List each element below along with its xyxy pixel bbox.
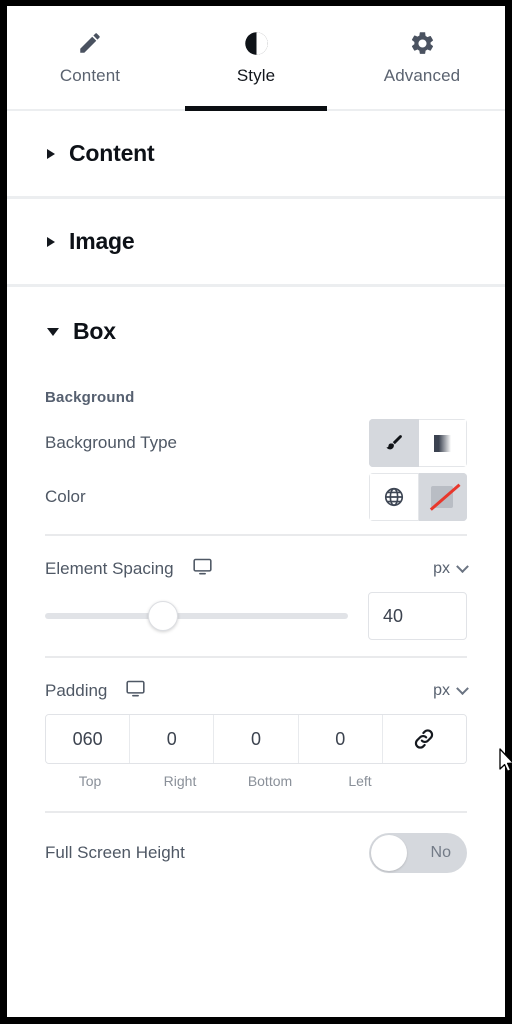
full-screen-height-state: No <box>430 844 451 861</box>
element-spacing-control: 40 <box>45 592 467 646</box>
background-color-label: Color <box>45 487 86 506</box>
padding-right-label: Right <box>163 773 197 789</box>
section-image[interactable]: Image <box>7 199 505 287</box>
full-screen-height-row: Full Screen Height No <box>45 817 467 889</box>
element-spacing-unit-label: px <box>433 560 450 577</box>
section-content[interactable]: Content <box>7 111 505 199</box>
tab-content-label: Content <box>59 66 121 85</box>
full-screen-height-toggle[interactable]: No <box>369 833 467 873</box>
padding-labels-spacer <box>405 773 467 789</box>
tab-advanced-label: Advanced <box>383 66 461 85</box>
tab-style[interactable]: Style <box>173 6 339 111</box>
padding-inputs: 060 0 0 0 <box>45 714 467 764</box>
chevron-right-icon <box>47 148 55 159</box>
link-icon <box>415 729 434 749</box>
padding-left-input[interactable]: 0 <box>298 715 383 763</box>
divider <box>45 534 467 536</box>
background-type-gradient-button[interactable] <box>418 419 467 467</box>
padding-link-button[interactable] <box>382 715 466 763</box>
padding-bottom-input[interactable]: 0 <box>214 715 299 763</box>
divider <box>45 811 467 813</box>
desktop-icon[interactable] <box>125 678 146 704</box>
gear-icon <box>409 28 436 58</box>
element-spacing-slider[interactable] <box>45 599 348 633</box>
chevron-right-icon <box>47 236 55 247</box>
chevron-down-icon <box>456 681 469 695</box>
element-spacing-unit-select[interactable]: px <box>433 559 469 578</box>
section-box[interactable]: Box <box>7 287 505 375</box>
padding-left-label: Left <box>348 773 372 789</box>
background-type-choices <box>369 419 467 467</box>
gradient-icon <box>433 434 451 452</box>
tab-content[interactable]: Content <box>7 6 173 109</box>
section-content-title: Content <box>69 140 155 166</box>
section-image-title: Image <box>69 228 135 254</box>
background-group-label: Background <box>45 389 135 406</box>
screen: Content Style Advanced Content Image Box… <box>0 0 512 1024</box>
color-swatch-button[interactable] <box>418 473 467 521</box>
element-spacing-input[interactable]: 40 <box>368 592 467 640</box>
background-type-label: Background Type <box>45 433 177 452</box>
box-section-body: Background Background Type Color Element… <box>7 375 505 889</box>
tab-bar: Content Style Advanced <box>7 6 505 111</box>
tab-advanced[interactable]: Advanced <box>339 6 505 109</box>
padding-top-label: Top <box>78 773 102 789</box>
chevron-down-icon <box>47 328 59 336</box>
tab-style-label: Style <box>236 66 276 85</box>
padding-label: Padding <box>45 681 108 700</box>
padding-unit-label: px <box>433 682 450 699</box>
full-screen-height-label: Full Screen Height <box>45 843 185 862</box>
background-color-choices <box>369 473 467 521</box>
element-spacing-label: Element Spacing <box>45 559 174 578</box>
contrast-circle-icon <box>243 28 270 58</box>
globe-icon <box>384 487 403 507</box>
slider-thumb[interactable] <box>148 601 179 631</box>
no-color-swatch-icon <box>430 483 461 511</box>
editor-panel: Content Style Advanced Content Image Box… <box>7 6 505 1017</box>
toggle-knob <box>371 835 407 871</box>
background-type-row: Background Type <box>45 416 467 470</box>
global-color-button[interactable] <box>369 473 419 521</box>
padding-header: Padding px <box>45 662 469 714</box>
chevron-down-icon <box>456 559 469 573</box>
background-color-row: Color <box>45 470 467 524</box>
slider-track <box>45 613 348 619</box>
background-type-classic-button[interactable] <box>369 419 419 467</box>
desktop-icon[interactable] <box>192 556 213 582</box>
padding-unit-select[interactable]: px <box>433 681 469 700</box>
padding-right-input[interactable]: 0 <box>130 715 215 763</box>
element-spacing-header: Element Spacing px <box>45 540 469 592</box>
pencil-icon <box>77 28 103 58</box>
section-box-title: Box <box>73 317 116 344</box>
divider <box>45 656 467 658</box>
padding-field-labels: Top Right Bottom Left <box>45 764 467 789</box>
padding-top-input[interactable]: 060 <box>46 715 131 763</box>
active-tab-indicator <box>185 106 327 111</box>
padding-bottom-label: Bottom <box>247 773 293 789</box>
brush-icon <box>386 435 402 450</box>
